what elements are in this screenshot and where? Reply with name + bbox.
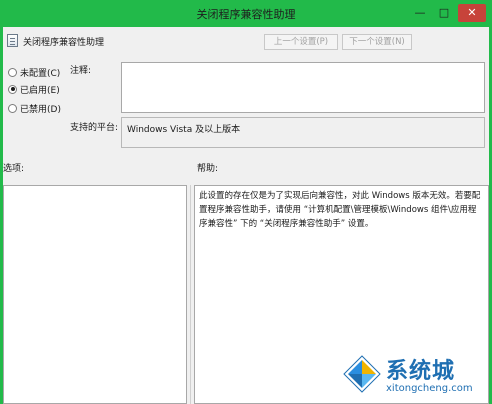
radio-circle-not-configured[interactable] bbox=[8, 67, 17, 77]
watermark-url: xitongcheng.com bbox=[386, 383, 473, 394]
options-pane[interactable] bbox=[3, 185, 187, 404]
radio-label-disabled: 已禁用(D) bbox=[20, 104, 61, 115]
radio-circle-enabled[interactable] bbox=[8, 84, 17, 94]
next-setting-button[interactable]: 下一个设置(N) bbox=[342, 34, 412, 50]
close-button[interactable]: ✕ bbox=[458, 4, 486, 22]
pane-divider bbox=[190, 185, 191, 404]
comment-label: 注释: bbox=[70, 66, 92, 76]
title-bar: 关闭程序兼容性助理 — □ ✕ bbox=[0, 0, 492, 27]
radio-label-not-configured: 未配置(C) bbox=[20, 68, 61, 79]
minimize-button[interactable]: — bbox=[412, 4, 428, 22]
maximize-button[interactable]: □ bbox=[436, 4, 452, 22]
radio-not-configured[interactable]: 未配置(C) bbox=[8, 65, 60, 79]
watermark-brand: 系统城 bbox=[386, 359, 456, 384]
help-label: 帮助: bbox=[197, 164, 219, 174]
watermark: 系统城 xitongcheng.com bbox=[340, 352, 492, 404]
dialog-content: 关闭程序兼容性助理 上一个设置(P) 下一个设置(N) 未配置(C) 已启用(E… bbox=[3, 27, 489, 404]
policy-name: 关闭程序兼容性助理 bbox=[23, 38, 105, 48]
radio-disabled[interactable]: 已禁用(D) bbox=[8, 101, 61, 115]
radio-circle-disabled[interactable] bbox=[8, 103, 17, 113]
policy-setting-icon bbox=[7, 34, 18, 47]
supported-on-value: Windows Vista 及以上版本 bbox=[121, 117, 485, 148]
supported-on-label: 支持的平台: bbox=[70, 123, 119, 133]
previous-setting-button[interactable]: 上一个设置(P) bbox=[264, 34, 338, 50]
options-label: 选项: bbox=[3, 164, 25, 174]
xitongcheng-logo-icon bbox=[343, 355, 381, 393]
comment-field[interactable] bbox=[121, 62, 485, 113]
radio-enabled[interactable]: 已启用(E) bbox=[8, 82, 60, 96]
radio-label-enabled: 已启用(E) bbox=[20, 85, 60, 96]
